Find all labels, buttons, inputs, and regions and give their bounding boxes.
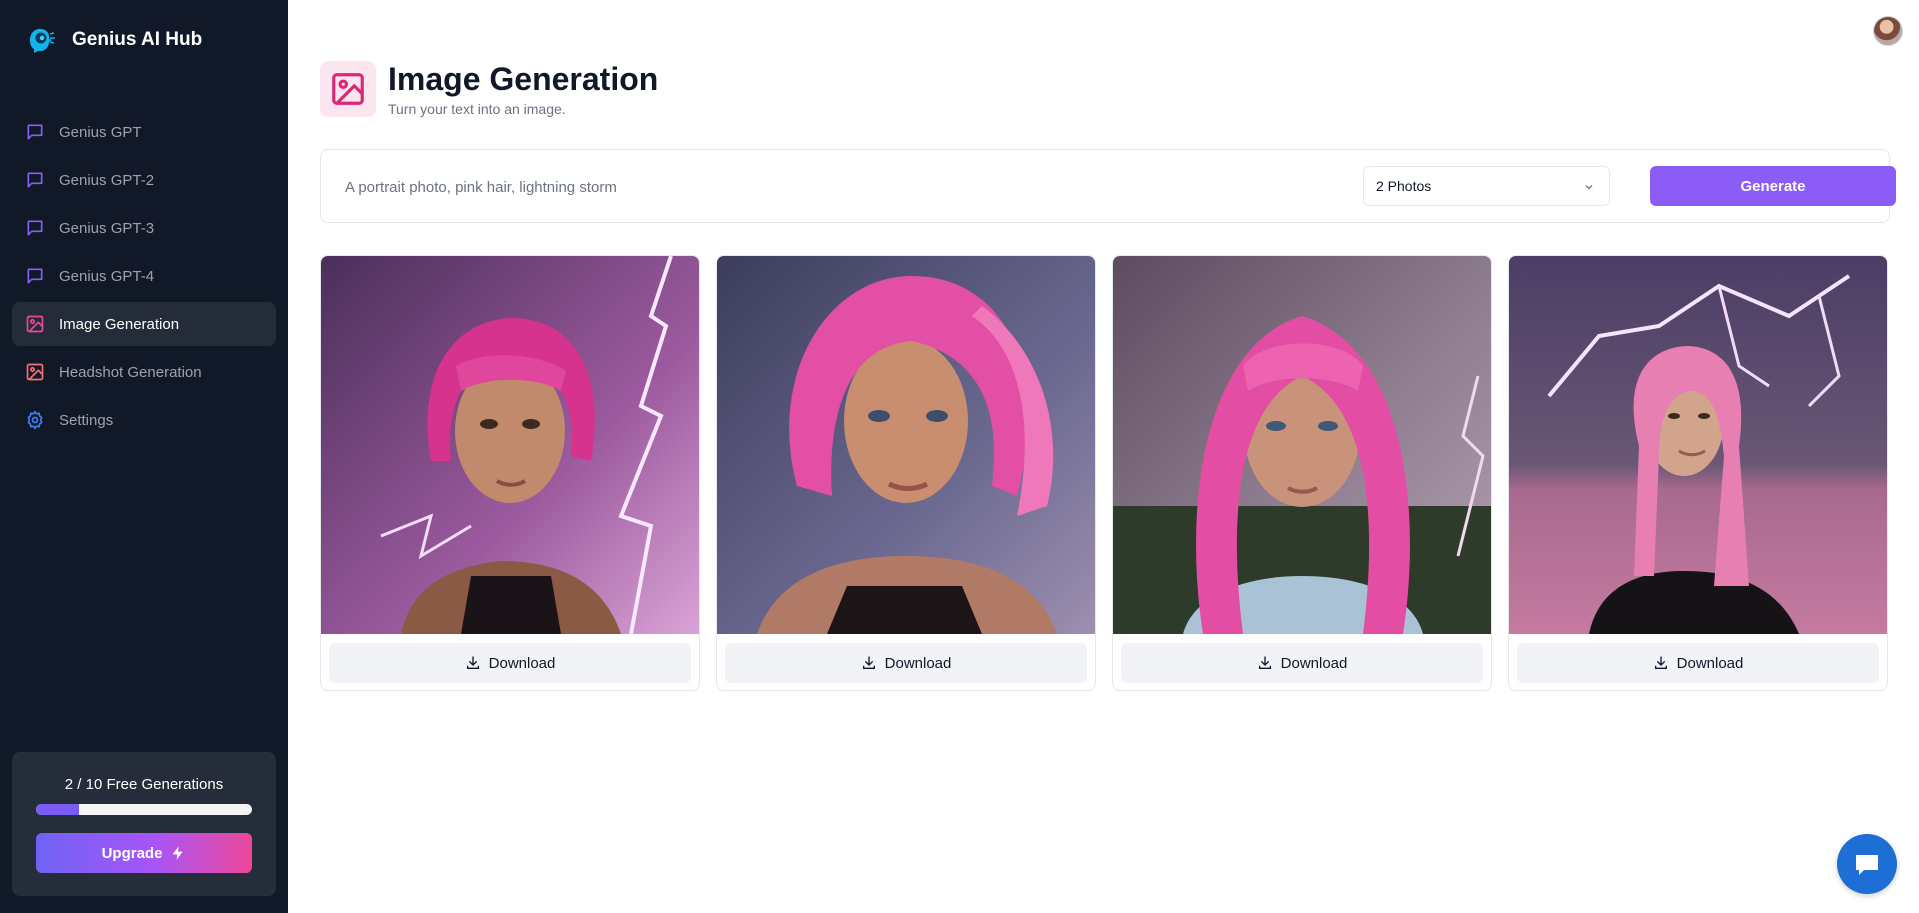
download-button[interactable]: Download xyxy=(1517,643,1879,683)
download-label: Download xyxy=(488,654,556,672)
sidebar-item-label: Genius GPT-2 xyxy=(59,171,155,189)
download-button[interactable]: Download xyxy=(1121,643,1483,683)
page-title: Image Generation xyxy=(388,61,659,97)
usage-progress-bar xyxy=(36,804,252,815)
image-icon xyxy=(26,363,44,381)
sidebar-item-label: Genius GPT-4 xyxy=(59,267,155,285)
prompt-input[interactable] xyxy=(345,170,1325,204)
chevron-down-icon xyxy=(1585,185,1593,190)
chat-bubble-icon xyxy=(1856,855,1878,875)
amount-selected-value: 2 Photos xyxy=(1376,178,1432,194)
download-icon xyxy=(1258,656,1271,669)
image-card: Download xyxy=(1112,255,1492,691)
usage-progress-fill xyxy=(36,804,80,815)
download-icon xyxy=(466,656,479,669)
sidebar-item-label: Headshot Generation xyxy=(59,363,202,381)
lightning-bolt-icon xyxy=(173,846,184,860)
download-icon xyxy=(862,656,875,669)
download-label: Download xyxy=(884,654,952,672)
sidebar-item-genius-gpt-3[interactable]: Genius GPT-3 xyxy=(12,206,276,250)
main-content: Image Generation Turn your text into an … xyxy=(288,0,1919,913)
sidebar-item-genius-gpt-4[interactable]: Genius GPT-4 xyxy=(12,254,276,298)
generated-image[interactable] xyxy=(717,256,1095,634)
sidebar-item-label: Genius GPT-3 xyxy=(59,219,155,237)
download-label: Download xyxy=(1676,654,1744,672)
image-icon xyxy=(26,315,44,333)
image-card: Download xyxy=(320,255,700,691)
sidebar-nav: Genius GPT Genius GPT-2 Genius GPT-3 Gen… xyxy=(12,110,276,446)
robot-head-logo-icon xyxy=(30,28,55,53)
message-square-icon xyxy=(27,172,43,188)
generated-image[interactable] xyxy=(1509,256,1887,634)
sidebar-item-label: Settings xyxy=(59,411,114,429)
header-icon-box xyxy=(320,61,376,117)
sidebar-item-settings[interactable]: Settings xyxy=(12,398,276,442)
sidebar-item-label: Image Generation xyxy=(59,315,180,333)
upgrade-button[interactable]: Upgrade xyxy=(36,833,252,873)
generated-image[interactable] xyxy=(1113,256,1491,634)
amount-select[interactable]: 2 Photos xyxy=(1363,166,1610,206)
generated-image[interactable] xyxy=(321,256,699,634)
sidebar-item-image-generation[interactable]: Image Generation xyxy=(12,302,276,346)
page-subtitle: Turn your text into an image. xyxy=(388,101,566,117)
usage-counter: 2 / 10 Free Generations xyxy=(64,776,224,793)
sidebar-item-genius-gpt-2[interactable]: Genius GPT-2 xyxy=(12,158,276,202)
download-label: Download xyxy=(1280,654,1348,672)
sidebar: Genius AI Hub Genius GPT Genius GPT-2 Ge… xyxy=(0,0,288,913)
download-button[interactable]: Download xyxy=(329,643,691,683)
user-avatar[interactable] xyxy=(1873,16,1903,46)
image-results-grid: Download Download Download Download xyxy=(320,255,1890,692)
brand-name: Genius AI Hub xyxy=(72,29,203,50)
gear-icon xyxy=(27,410,43,430)
page-header: Image Generation Turn your text into an … xyxy=(320,61,658,117)
message-square-icon xyxy=(27,124,43,140)
brand[interactable]: Genius AI Hub xyxy=(24,24,202,56)
generation-form: 2 Photos Generate xyxy=(320,149,1896,223)
image-card: Download xyxy=(716,255,1096,691)
chat-support-button[interactable] xyxy=(1837,834,1897,894)
sidebar-item-label: Genius GPT xyxy=(59,123,142,141)
sidebar-item-genius-gpt[interactable]: Genius GPT xyxy=(12,110,276,154)
image-icon xyxy=(332,73,364,105)
image-card: Download xyxy=(1508,255,1888,691)
upgrade-label: Upgrade xyxy=(101,844,163,862)
message-square-icon xyxy=(27,268,43,284)
generate-button[interactable]: Generate xyxy=(1650,166,1896,206)
message-square-icon xyxy=(27,220,43,236)
free-usage-card: 2 / 10 Free Generations Upgrade xyxy=(12,752,276,896)
download-icon xyxy=(1654,656,1667,669)
sidebar-item-headshot-generation[interactable]: Headshot Generation xyxy=(12,350,276,394)
download-button[interactable]: Download xyxy=(725,643,1087,683)
